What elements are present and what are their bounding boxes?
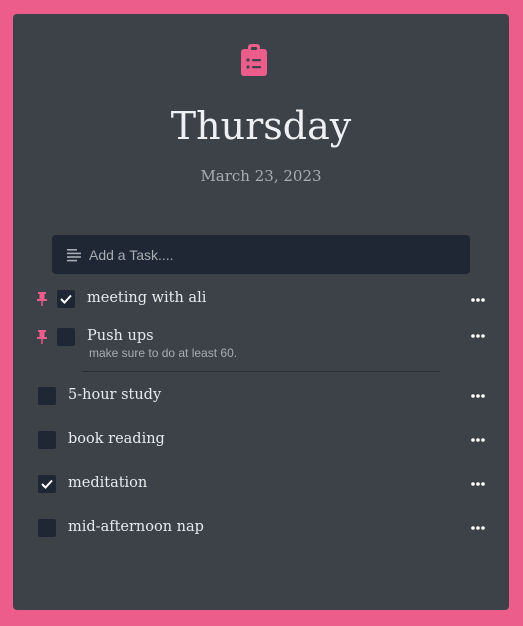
todo-card: Thursday March 23, 2023 meeting with ali — [13, 14, 509, 610]
checkmark-icon — [60, 294, 72, 304]
task-item: meditation — [13, 465, 509, 505]
task-checkbox[interactable] — [57, 290, 75, 308]
more-options-icon[interactable] — [470, 393, 486, 399]
add-task-bar[interactable] — [52, 235, 470, 274]
task-label: Push ups — [87, 328, 154, 344]
add-task-input[interactable] — [89, 235, 459, 274]
task-label: book reading — [68, 431, 165, 447]
task-label: mid-afternoon nap — [68, 519, 204, 535]
more-options-icon[interactable] — [470, 333, 486, 339]
more-options-icon[interactable] — [470, 297, 486, 303]
task-checkbox[interactable] — [38, 431, 56, 449]
more-options-icon[interactable] — [470, 437, 486, 443]
task-note: make sure to do at least 60. — [89, 346, 238, 360]
task-item: Push ups make sure to do at least 60. — [13, 318, 509, 370]
task-checkbox[interactable] — [38, 519, 56, 537]
divider — [82, 371, 440, 372]
task-label: 5-hour study — [68, 387, 162, 403]
pin-icon[interactable] — [36, 292, 48, 306]
more-options-icon[interactable] — [470, 525, 486, 531]
task-item: mid-afternoon nap — [13, 509, 509, 549]
pin-icon[interactable] — [36, 330, 48, 344]
task-item: book reading — [13, 421, 509, 461]
task-label: meditation — [68, 475, 148, 491]
task-label: meeting with ali — [87, 290, 207, 306]
clipboard-list-icon — [241, 44, 267, 76]
page-title: Thursday — [170, 104, 352, 148]
task-item: 5-hour study — [13, 377, 509, 417]
task-checkbox[interactable] — [38, 475, 56, 493]
task-item: meeting with ali — [13, 280, 509, 320]
more-options-icon[interactable] — [470, 481, 486, 487]
task-checkbox[interactable] — [38, 387, 56, 405]
date-label: March 23, 2023 — [200, 167, 322, 185]
text-lines-icon — [67, 249, 81, 262]
task-checkbox[interactable] — [57, 328, 75, 346]
checkmark-icon — [41, 479, 53, 489]
